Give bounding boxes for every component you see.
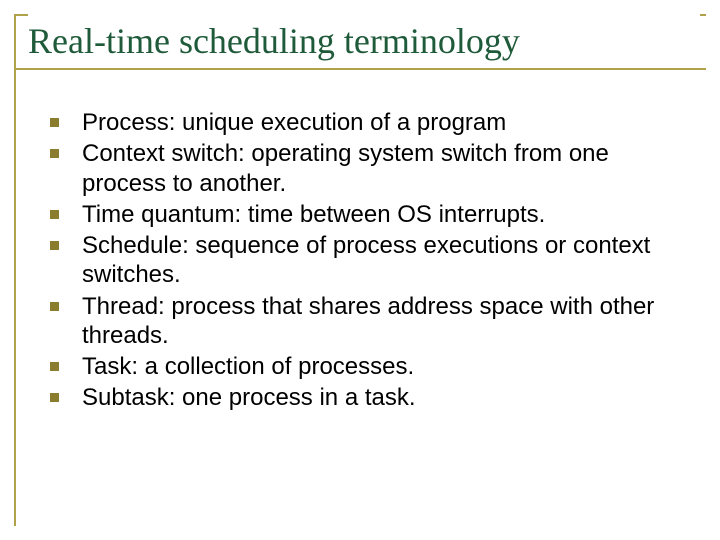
- bullet-square-icon: [50, 393, 59, 402]
- bullet-list: Process: unique execution of a program C…: [48, 108, 680, 413]
- list-item-text: Task: a collection of processes.: [82, 353, 414, 380]
- title-area: Real-time scheduling terminology: [28, 14, 700, 68]
- bullet-square-icon: [50, 241, 59, 250]
- list-item: Schedule: sequence of process executions…: [48, 231, 680, 290]
- list-item-text: Thread: process that shares address spac…: [82, 293, 654, 349]
- list-item: Subtask: one process in a task.: [48, 383, 680, 412]
- list-item: Time quantum: time between OS interrupts…: [48, 200, 680, 229]
- decorative-rule-left: [14, 14, 16, 526]
- list-item: Thread: process that shares address spac…: [48, 292, 680, 351]
- list-item-text: Time quantum: time between OS interrupts…: [82, 201, 545, 228]
- list-item: Context switch: operating system switch …: [48, 139, 680, 198]
- slide: Real-time scheduling terminology Process…: [0, 0, 720, 540]
- bullet-square-icon: [50, 362, 59, 371]
- bullet-square-icon: [50, 210, 59, 219]
- list-item-text: Subtask: one process in a task.: [82, 384, 416, 411]
- list-item-text: Process: unique execution of a program: [82, 109, 506, 136]
- bullet-square-icon: [50, 302, 59, 311]
- list-item-text: Context switch: operating system switch …: [82, 140, 609, 196]
- bullet-square-icon: [50, 149, 59, 158]
- body-area: Process: unique execution of a program C…: [48, 108, 680, 415]
- page-title: Real-time scheduling terminology: [28, 20, 520, 62]
- list-item: Task: a collection of processes.: [48, 352, 680, 381]
- list-item: Process: unique execution of a program: [48, 108, 680, 137]
- list-item-text: Schedule: sequence of process executions…: [82, 232, 650, 288]
- decorative-rule-under-title: [14, 68, 706, 70]
- bullet-square-icon: [50, 118, 59, 127]
